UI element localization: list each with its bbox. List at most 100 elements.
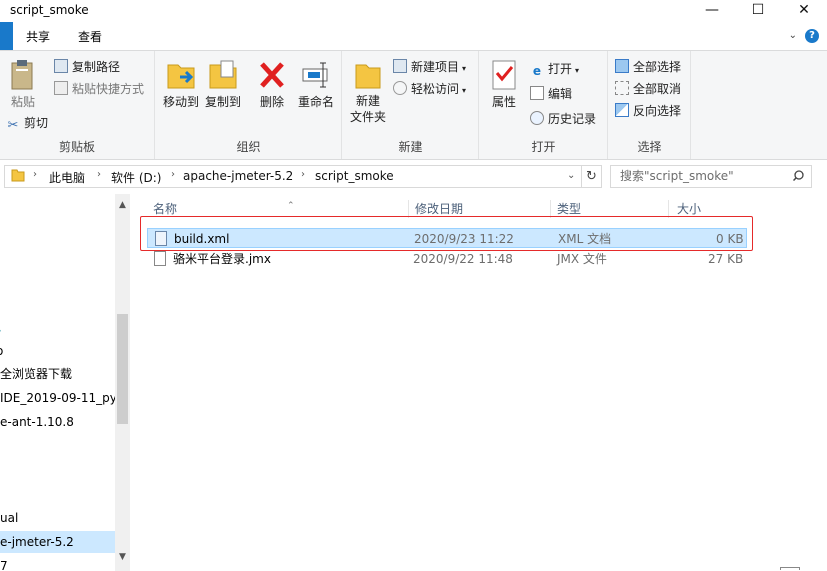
copy-path-label: 复制路径 [72,60,121,74]
properties-button[interactable]: 属性 [486,59,522,110]
select-none-button[interactable]: 全部取消 [615,79,681,99]
tab-share[interactable]: 共享 [14,26,62,48]
chevron-right-icon[interactable]: › [171,169,175,180]
chevron-down-icon[interactable]: ⌄ [789,30,797,41]
maximize-button[interactable]: ☐ [735,0,781,22]
scroll-up-icon[interactable]: ▲ [115,200,130,210]
file-icon [154,251,166,266]
new-folder-label: 新建 文件夹 [349,94,386,124]
edge-icon: e [532,64,542,78]
breadcrumb-jmeter[interactable]: apache-jmeter-5.2 [183,169,293,183]
nav-marker: o [0,340,3,362]
title-bar: script_smoke — ☐ ✕ [0,0,827,22]
nav-item[interactable]: e-ant-1.10.8 [0,411,74,433]
select-none-icon [615,81,629,95]
scissors-icon: ✂ [7,118,19,133]
select-all-label: 全部选择 [633,60,682,74]
invert-selection-icon [615,103,629,117]
file-type: JMX 文件 [557,252,607,266]
nav-item[interactable]: IDE_2019-09-11_py3 [0,387,124,409]
copy-path-button[interactable]: 复制路径 [54,57,120,77]
chevron-down-icon: ▾ [462,86,467,95]
breadcrumb-drive-d[interactable]: 软件 (D:) [111,169,161,186]
file-modified: 2020/9/22 11:48 [413,252,513,266]
history-button[interactable]: 历史记录 [530,109,596,129]
minimize-button[interactable]: — [689,0,735,22]
folder-icon [353,59,383,89]
paste-shortcut-icon [54,81,68,95]
open-button[interactable]: e 打开 ▾ [530,59,579,79]
tab-view[interactable]: 查看 [66,26,114,48]
select-group-label: 选择 [637,140,662,154]
easy-access-button[interactable]: 轻松访问 ▾ [393,79,466,99]
cut-button[interactable]: ✂ 剪切 [6,113,48,133]
delete-icon [257,59,287,89]
nav-scrollbar[interactable]: ▲ ▼ [115,194,130,571]
select-all-button[interactable]: 全部选择 [615,57,681,77]
refresh-button[interactable]: ↻ [582,165,602,188]
move-to-button[interactable]: 移动到 [160,59,202,110]
nav-item[interactable]: 7 [0,555,8,571]
breadcrumb-script-smoke[interactable]: script_smoke [315,169,394,183]
invert-selection-button[interactable]: 反向选择 [615,101,681,121]
chevron-right-icon[interactable]: › [97,169,101,180]
sort-up-icon: ⌃ [287,201,295,211]
help-icon[interactable]: ? [805,29,819,43]
folder-icon [11,168,25,185]
column-name-label: 名称 [153,202,178,216]
search-input[interactable]: 搜索"script_smoke" [610,165,812,188]
history-icon [530,111,544,125]
group-select: 全部选择 全部取消 反向选择 选择 [609,51,691,159]
history-label: 历史记录 [548,112,597,126]
copy-to-button[interactable]: 复制到 [202,59,244,110]
table-row[interactable]: 骆米平台登录.jmx 2020/9/22 11:48 JMX 文件 27 KB [147,249,747,269]
rename-icon [301,59,331,89]
edit-button[interactable]: 编辑 [530,84,572,104]
properties-icon [489,59,519,90]
properties-label: 属性 [491,95,516,109]
paste-button[interactable]: 粘贴 [6,59,40,110]
close-button[interactable]: ✕ [781,0,827,22]
chevron-down-icon[interactable]: ⌄ [567,170,575,181]
new-item-button[interactable]: 新建项目 ▾ [393,57,466,77]
status-view-toggle[interactable] [780,567,800,570]
nav-item-selected[interactable]: e-jmeter-5.2 [0,531,115,553]
copy-to-label: 复制到 [204,95,241,109]
delete-label: 删除 [259,95,284,109]
new-folder-button[interactable]: 新建 文件夹 [347,59,389,125]
highlight-annotation [140,216,753,251]
copy-to-icon [208,59,238,89]
breadcrumb-this-pc[interactable]: 此电脑 [49,169,85,186]
search-placeholder: 搜索"script_smoke" [620,169,734,183]
chevron-down-icon: ▾ [462,64,467,73]
group-open: 属性 e 打开 ▾ 编辑 历史记录 打开 [480,51,608,159]
rename-button[interactable]: 重命名 [294,59,338,110]
address-bar: › 此电脑 › 软件 (D:) › apache-jmeter-5.2 › sc… [0,160,827,194]
new-item-icon [393,59,407,73]
organize-group-label: 组织 [236,140,261,154]
group-new: 新建 文件夹 新建项目 ▾ 轻松访问 ▾ 新建 [343,51,479,159]
navigation-pane: · o 全浏览器下载 IDE_2019-09-11_py3 e-ant-1.10… [0,194,130,571]
paste-label: 粘贴 [10,95,35,109]
breadcrumb[interactable]: › 此电脑 › 软件 (D:) › apache-jmeter-5.2 › sc… [4,165,582,188]
cut-label: 剪切 [24,116,49,130]
ribbon-tabs: 共享 查看 ⌄ ? [0,22,827,50]
open-label: 打开 [548,62,573,76]
new-group-label: 新建 [398,140,423,154]
move-to-label: 移动到 [162,95,199,109]
nav-item[interactable]: 全浏览器下载 [0,363,72,385]
chevron-right-icon[interactable]: › [301,169,305,180]
scroll-down-icon[interactable]: ▼ [115,552,130,562]
easy-access-icon [393,81,407,95]
search-icon [792,166,805,194]
select-none-label: 全部取消 [633,82,682,96]
select-all-icon [615,59,629,73]
chevron-right-icon[interactable]: › [33,169,37,180]
clipboard-icon [8,59,38,90]
nav-item[interactable]: ual [0,507,18,529]
delete-button[interactable]: 删除 [254,59,290,110]
tab-file[interactable] [0,22,13,50]
paste-shortcut-button[interactable]: 粘贴快捷方式 [54,79,144,99]
scrollbar-thumb[interactable] [117,314,128,424]
clipboard-group-label: 剪贴板 [58,140,95,154]
